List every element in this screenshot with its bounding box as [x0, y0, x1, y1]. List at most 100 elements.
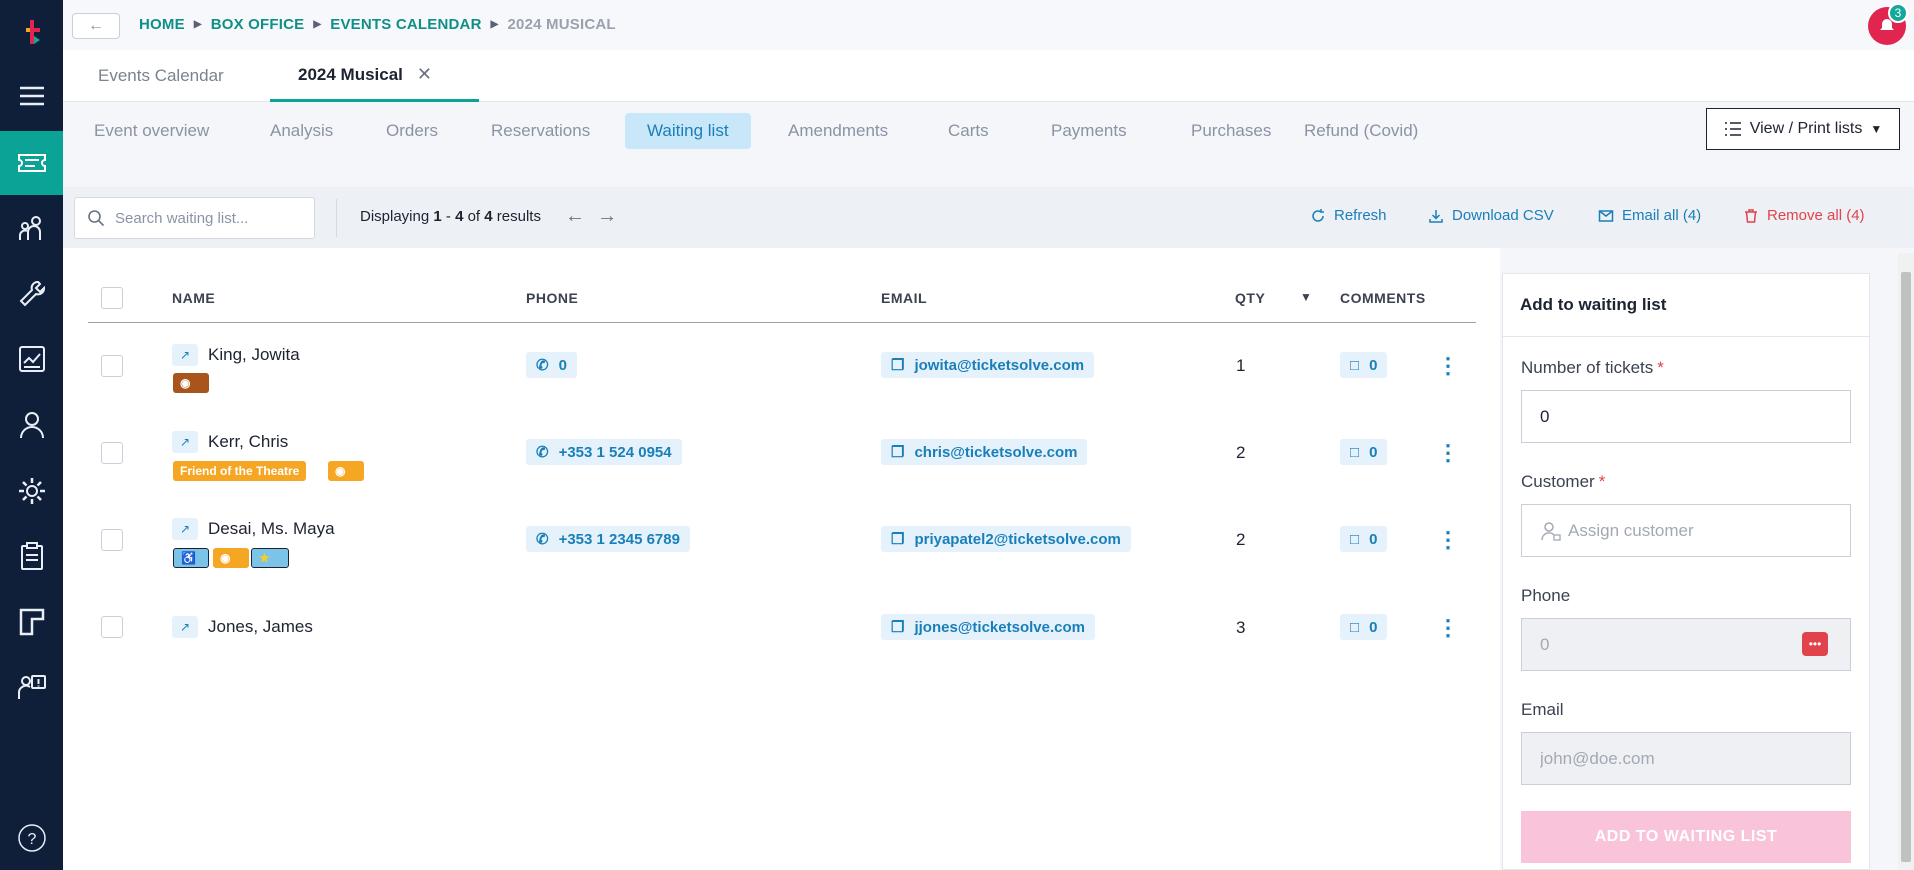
- sub-navigation: Event overview Analysis Orders Reservati…: [63, 103, 1914, 187]
- row-menu-icon[interactable]: ⋮: [1437, 442, 1459, 464]
- column-header-comments[interactable]: COMMENTS: [1340, 290, 1426, 306]
- comments-chip[interactable]: □ 0: [1340, 614, 1388, 640]
- document-tabs: Events Calendar 2024 Musical ✕: [63, 50, 1914, 102]
- phone-label: Phone: [1521, 586, 1571, 605]
- friend-of-theatre-tag: Friend of the Theatre: [173, 461, 307, 481]
- subtab-waiting-list[interactable]: Waiting list: [625, 113, 751, 149]
- subtab-reservations[interactable]: Reservations: [469, 113, 612, 149]
- copy-icon: ❐: [891, 531, 905, 548]
- scrollbar-thumb[interactable]: [1901, 272, 1911, 862]
- people-icon[interactable]: [0, 196, 63, 260]
- customer-name[interactable]: ↗ King, Jowita: [172, 344, 300, 366]
- select-all-checkbox[interactable]: [101, 287, 123, 309]
- add-to-waiting-list-button[interactable]: ADD TO WAITING LIST: [1521, 811, 1851, 863]
- subtab-analysis[interactable]: Analysis: [248, 113, 355, 149]
- row-menu-icon[interactable]: ⋮: [1437, 529, 1459, 551]
- tickets-field[interactable]: [1521, 390, 1851, 443]
- copy-icon: ❐: [891, 444, 905, 461]
- user-icon[interactable]: [0, 393, 63, 457]
- row-checkbox[interactable]: [101, 355, 123, 377]
- row-menu-icon[interactable]: ⋮: [1437, 355, 1459, 377]
- more-options-icon[interactable]: •••: [1802, 632, 1828, 656]
- tickets-input[interactable]: [1540, 406, 1820, 427]
- phone-text: +353 1 2345 6789: [558, 530, 680, 548]
- back-button[interactable]: ←: [72, 13, 120, 39]
- phone-icon: ✆: [536, 444, 549, 461]
- phone-chip[interactable]: ✆ 0: [526, 352, 577, 378]
- phone-chip[interactable]: ✆ +353 1 2345 6789: [526, 526, 690, 552]
- email-chip[interactable]: ❐ chris@ticketsolve.com: [881, 439, 1088, 465]
- comment-icon: □: [1350, 356, 1360, 374]
- breadcrumb-current: 2024 MUSICAL: [507, 16, 616, 33]
- external-link-icon[interactable]: ↗: [172, 518, 198, 540]
- row-checkbox[interactable]: [101, 616, 123, 638]
- column-header-name[interactable]: NAME: [172, 290, 215, 306]
- wrench-icon[interactable]: [0, 262, 63, 326]
- subtab-purchases[interactable]: Purchases: [1169, 113, 1293, 149]
- menu-icon[interactable]: [0, 64, 63, 128]
- subtab-refund[interactable]: Refund (Covid): [1282, 113, 1440, 149]
- phone-chip[interactable]: ✆ +353 1 524 0954: [526, 439, 682, 465]
- email-chip[interactable]: ❐ priyapatel2@ticketsolve.com: [881, 526, 1131, 552]
- subtab-carts[interactable]: Carts: [926, 113, 1011, 149]
- tab-2024-musical[interactable]: 2024 Musical ✕: [270, 50, 479, 102]
- report-icon[interactable]: [0, 327, 63, 391]
- column-header-email[interactable]: EMAIL: [881, 290, 927, 306]
- help-icon[interactable]: ?: [0, 806, 63, 870]
- row-checkbox[interactable]: [101, 529, 123, 551]
- comment-icon: □: [1350, 618, 1360, 636]
- comments-chip[interactable]: □ 0: [1340, 439, 1388, 465]
- external-link-icon[interactable]: ↗: [172, 431, 198, 453]
- arrow-left-icon: ←: [88, 17, 104, 34]
- comments-chip[interactable]: □ 0: [1340, 352, 1388, 378]
- clipboard-icon[interactable]: [0, 524, 63, 588]
- tab-events-calendar[interactable]: Events Calendar: [98, 50, 224, 102]
- email-all-button[interactable]: Email all (4): [1598, 207, 1701, 224]
- column-header-phone[interactable]: PHONE: [526, 290, 578, 306]
- phone-value: 0: [1540, 634, 1550, 654]
- view-print-lists-button[interactable]: View / Print lists ▼: [1706, 108, 1900, 150]
- comments-count: 0: [1369, 356, 1378, 374]
- search-input[interactable]: [115, 209, 305, 227]
- row-checkbox[interactable]: [101, 442, 123, 464]
- breadcrumb-box-office[interactable]: BOX OFFICE: [211, 16, 305, 33]
- subtab-event-overview[interactable]: Event overview: [72, 113, 231, 149]
- email-chip[interactable]: ❐ jjones@ticketsolve.com: [881, 614, 1095, 640]
- external-link-icon[interactable]: ↗: [172, 344, 198, 366]
- support-icon[interactable]: [0, 655, 63, 719]
- remove-all-button[interactable]: Remove all (4): [1743, 207, 1865, 224]
- search-box: [74, 197, 315, 239]
- sort-caret-icon[interactable]: ▼: [1300, 290, 1312, 304]
- close-icon[interactable]: ✕: [417, 64, 432, 85]
- comments-chip[interactable]: □ 0: [1340, 526, 1388, 552]
- layout-icon[interactable]: [0, 590, 63, 654]
- breadcrumb-events-calendar[interactable]: EVENTS CALENDAR: [330, 16, 481, 33]
- column-header-qty[interactable]: QTY: [1235, 290, 1265, 306]
- email-chip[interactable]: ❐ jowita@ticketsolve.com: [881, 352, 1095, 378]
- list-icon: [1724, 122, 1741, 136]
- tickets-label-text: Number of tickets: [1521, 358, 1654, 377]
- notifications-button[interactable]: 3: [1868, 3, 1908, 45]
- arrow-right-icon[interactable]: →: [597, 205, 617, 228]
- ticket-icon[interactable]: [0, 131, 63, 195]
- logo-icon[interactable]: [0, 0, 63, 64]
- customer-input[interactable]: [1568, 520, 1848, 541]
- caret-down-icon: ▼: [1870, 122, 1883, 136]
- customer-name[interactable]: ↗ Desai, Ms. Maya: [172, 518, 335, 540]
- results-count: Displaying 1 - 4 of 4 results: [360, 208, 541, 225]
- comments-count: 0: [1369, 530, 1378, 548]
- breadcrumb-home[interactable]: HOME: [139, 16, 185, 33]
- external-link-icon[interactable]: ↗: [172, 616, 198, 638]
- customer-name[interactable]: ↗ Kerr, Chris: [172, 431, 288, 453]
- gear-icon[interactable]: [0, 459, 63, 523]
- refresh-button[interactable]: Refresh: [1310, 207, 1387, 224]
- arrow-left-icon[interactable]: ←: [565, 205, 585, 228]
- email-text: jjones@ticketsolve.com: [914, 618, 1085, 636]
- subtab-payments[interactable]: Payments: [1029, 113, 1149, 149]
- customer-field[interactable]: [1521, 504, 1851, 557]
- subtab-amendments[interactable]: Amendments: [766, 113, 910, 149]
- download-csv-button[interactable]: Download CSV: [1428, 207, 1554, 224]
- row-menu-icon[interactable]: ⋮: [1437, 617, 1459, 639]
- subtab-orders[interactable]: Orders: [364, 113, 460, 149]
- customer-name[interactable]: ↗ Jones, James: [172, 616, 313, 638]
